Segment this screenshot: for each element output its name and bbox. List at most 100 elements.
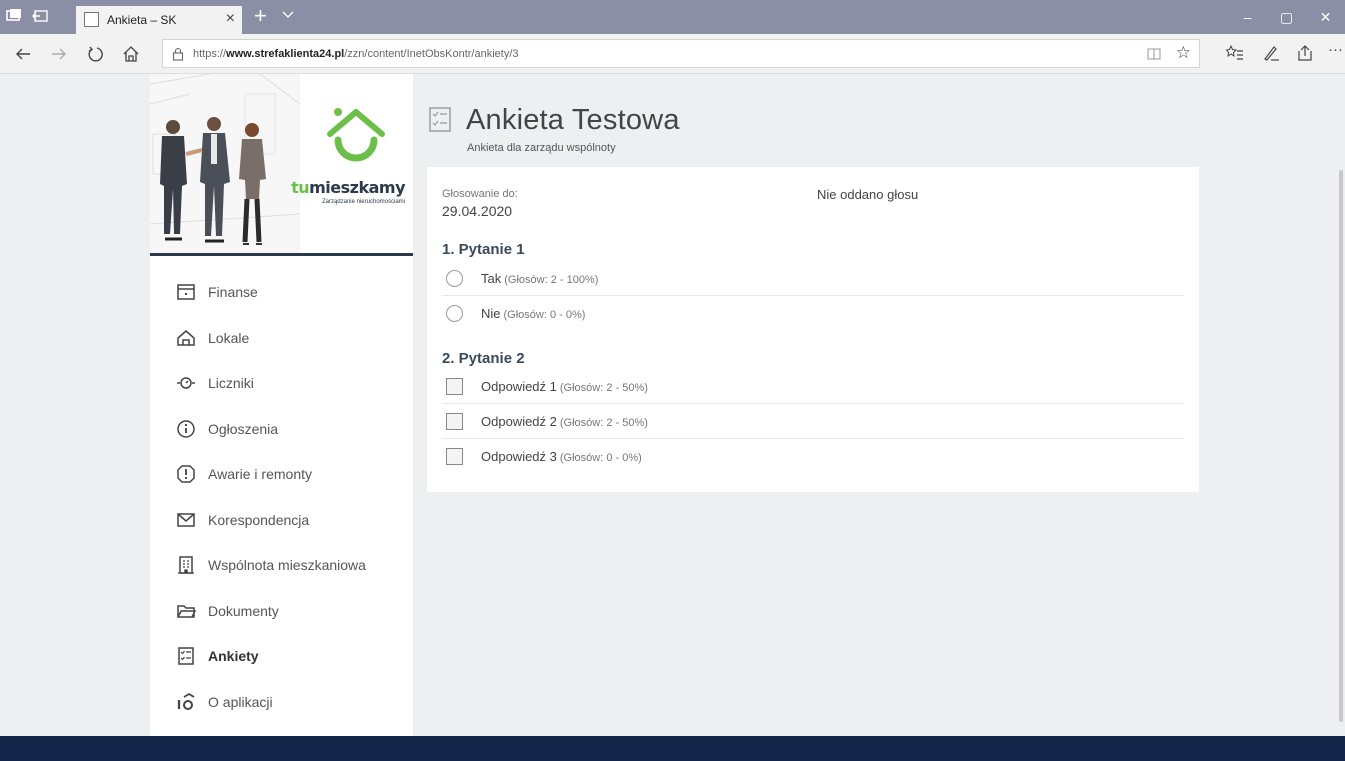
answer-label: Tak xyxy=(481,271,502,286)
pen-notes-icon[interactable] xyxy=(1262,44,1280,62)
url-text[interactable]: https://www.strefaklienta24.pl/zzn/conte… xyxy=(193,48,519,60)
answer-label: Nie xyxy=(481,306,501,321)
answer-stats: (Głosów: 0 - 0%) xyxy=(559,452,642,464)
info-icon xyxy=(177,419,195,438)
url-path: /zzn/content/InetObsKontr/ankiety/3 xyxy=(344,48,519,60)
sidebar-item-finanse[interactable]: Finanse xyxy=(150,270,413,314)
vote-deadline-date: 29.04.2020 xyxy=(442,203,513,219)
answer-text: Tak (Głosów: 2 - 100%) xyxy=(481,271,598,286)
sidebar-item-awarie-i-remonty[interactable]: Awarie i remonty xyxy=(150,452,413,496)
forward-icon[interactable] xyxy=(50,45,68,63)
minimize-button[interactable]: – xyxy=(1228,0,1267,34)
answer-option[interactable]: Odpowiedź 1 (Głosów: 2 - 50%) xyxy=(442,369,1184,404)
question-title: 2. Pytanie 2 xyxy=(442,350,525,367)
sidebar-item-wspólnota-mieszkaniowa[interactable]: Wspólnota mieszkaniowa xyxy=(150,543,413,587)
survey-title-icon xyxy=(429,107,451,132)
sidebar-item-lokale[interactable]: Lokale xyxy=(150,316,413,360)
vote-status: Nie oddano głosu xyxy=(817,187,919,202)
home-browser-icon[interactable] xyxy=(122,45,140,63)
sidebar-item-label: Lokale xyxy=(208,329,250,346)
sidebar-item-label: Finanse xyxy=(208,284,258,300)
more-button[interactable]: ··· xyxy=(1328,41,1343,59)
url-domain: www.strefaklienta24.pl xyxy=(226,48,345,60)
radio-button[interactable] xyxy=(446,270,463,287)
reading-view-icon[interactable] xyxy=(1147,47,1161,61)
page-scrollbar[interactable] xyxy=(1339,170,1343,722)
answer-stats: (Głosów: 2 - 100%) xyxy=(504,274,599,286)
sidebar-item-label: Liczniki xyxy=(208,375,254,391)
sidebar-item-label: Ankiety xyxy=(208,648,259,664)
answer-text: Odpowiedź 1 (Głosów: 2 - 50%) xyxy=(481,379,648,394)
page-footer xyxy=(0,736,1345,761)
sidebar: tumieszkamy Zarządzanie nieruchomościami… xyxy=(150,74,413,736)
sidebar-item-label: Korespondencja xyxy=(208,511,310,528)
brand-tagline: Zarządzanie nieruchomościami xyxy=(321,199,405,205)
favorite-star-icon[interactable]: ☆ xyxy=(1176,43,1191,63)
brand-banner: tumieszkamy Zarządzanie nieruchomościami xyxy=(150,74,413,256)
brand-name: tumieszkamy xyxy=(291,178,405,197)
tab-close-button[interactable]: × xyxy=(226,10,235,28)
sidebar-item-liczniki[interactable]: Liczniki xyxy=(150,361,413,405)
close-window-button[interactable]: ✕ xyxy=(1306,0,1345,34)
answer-option[interactable]: Nie (Głosów: 0 - 0%) xyxy=(442,296,1184,331)
survey-icon xyxy=(178,647,194,665)
browser-tabbar: Ankieta – SK × + – ▢ ✕ xyxy=(0,0,1345,34)
checkbox[interactable] xyxy=(446,413,463,430)
brand-text: tumieszkamy Zarządzanie nieruchomościami xyxy=(291,178,405,205)
chevron-down-icon[interactable] xyxy=(281,8,295,22)
active-tab[interactable]: Ankieta – SK × xyxy=(76,6,242,34)
folder-icon xyxy=(177,604,196,618)
answer-option[interactable]: Tak (Głosów: 2 - 100%) xyxy=(442,261,1184,296)
answer-label: Odpowiedź 1 xyxy=(481,379,557,394)
brand-name-accent: tu xyxy=(291,178,310,197)
page-subtitle: Ankieta dla zarządu wspólnoty xyxy=(467,142,616,154)
back-icon[interactable] xyxy=(14,45,32,63)
answer-stats: (Głosów: 2 - 50%) xyxy=(559,382,648,394)
browser-navbar: https://www.strefaklienta24.pl/zzn/conte… xyxy=(0,34,1345,74)
answer-text: Odpowiedź 2 (Głosów: 2 - 50%) xyxy=(481,414,648,429)
about-icon xyxy=(177,692,195,710)
answer-stats: (Głosów: 2 - 50%) xyxy=(559,417,648,429)
house-smile-logo-icon xyxy=(327,108,385,162)
home-icon xyxy=(177,329,195,346)
page-title: Ankieta Testowa xyxy=(466,104,680,136)
vote-deadline-label: Głosowanie do: xyxy=(442,188,518,200)
sidebar-item-o-aplikacji[interactable]: O aplikacji xyxy=(150,680,413,724)
favicon-icon xyxy=(84,12,99,27)
sidebar-item-ankiety[interactable]: Ankiety xyxy=(150,634,413,678)
sidebar-item-label: Ogłoszenia xyxy=(208,420,279,437)
url-prefix: https:// xyxy=(193,48,227,60)
window-controls: – ▢ ✕ xyxy=(1228,0,1345,34)
checkbox[interactable] xyxy=(446,448,463,465)
building-icon xyxy=(178,556,194,574)
mail-icon xyxy=(177,512,195,527)
answer-label: Odpowiedź 2 xyxy=(481,414,557,429)
brand-name-rest: mieszkamy xyxy=(309,178,405,197)
checkbox[interactable] xyxy=(446,378,463,395)
question-title: 1. Pytanie 1 xyxy=(442,241,525,258)
answer-stats: (Głosów: 0 - 0%) xyxy=(503,309,586,321)
lock-icon xyxy=(172,47,184,61)
sidebar-item-dokumenty[interactable]: Dokumenty xyxy=(150,589,413,633)
new-tab-button[interactable]: + xyxy=(254,3,267,29)
sidebar-item-label: Wspólnota mieszkaniowa xyxy=(208,557,366,573)
answer-option[interactable]: Odpowiedź 2 (Głosów: 2 - 50%) xyxy=(442,404,1184,439)
tab-title: Ankieta – SK xyxy=(107,13,177,27)
sidebar-item-ogłoszenia[interactable]: Ogłoszenia xyxy=(150,407,413,451)
favorites-hub-icon[interactable] xyxy=(1226,44,1244,62)
answer-label: Odpowiedź 3 xyxy=(481,449,557,464)
tab-aside-icon[interactable] xyxy=(32,9,48,23)
radio-button[interactable] xyxy=(446,305,463,322)
refresh-icon[interactable] xyxy=(87,45,105,63)
answer-option[interactable]: Odpowiedź 3 (Głosów: 0 - 0%) xyxy=(442,439,1184,474)
window-menu-icon[interactable] xyxy=(6,9,22,23)
sidebar-item-korespondencja[interactable]: Korespondencja xyxy=(150,498,413,542)
answer-text: Odpowiedź 3 (Głosów: 0 - 0%) xyxy=(481,449,642,464)
maximize-button[interactable]: ▢ xyxy=(1267,0,1306,34)
share-icon[interactable] xyxy=(1296,44,1314,62)
survey-card: Głosowanie do: 29.04.2020 Nie oddano gło… xyxy=(427,167,1199,492)
sidebar-item-label: Dokumenty xyxy=(208,602,279,619)
address-bar[interactable]: https://www.strefaklienta24.pl/zzn/conte… xyxy=(162,39,1200,68)
sidebar-item-label: O aplikacji xyxy=(208,693,273,710)
meter-icon xyxy=(177,377,195,389)
